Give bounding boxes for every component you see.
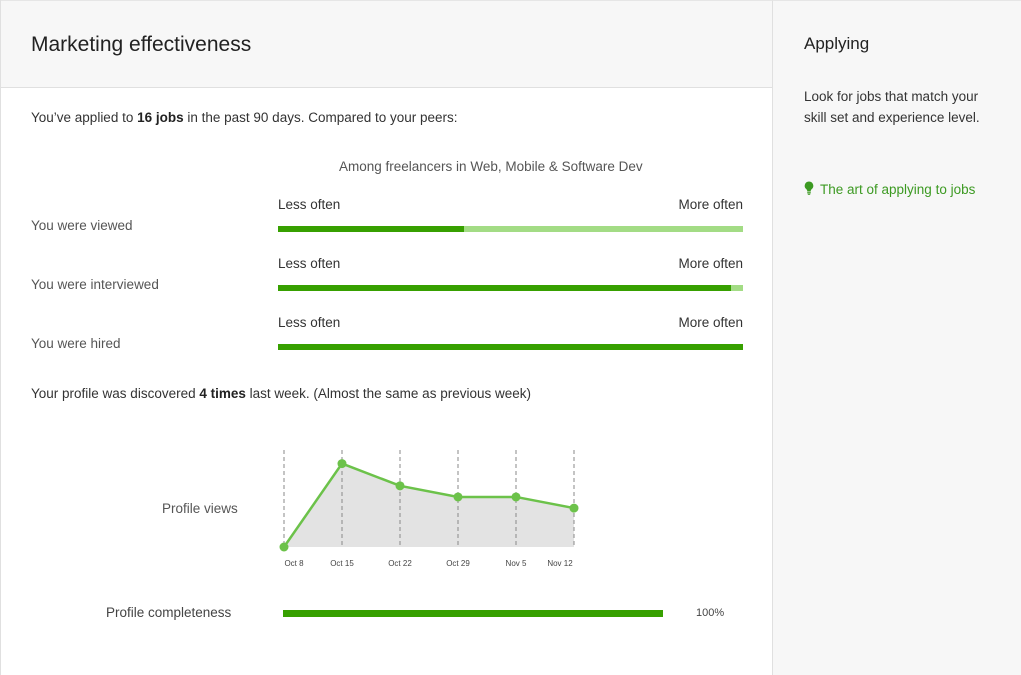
page-title: Marketing effectiveness xyxy=(31,33,252,56)
metric-label-viewed: You were viewed xyxy=(31,218,133,233)
chart-area xyxy=(284,463,574,547)
scale-less-label: Less often xyxy=(278,315,341,330)
main-panel: Marketing effectiveness You’ve applied t… xyxy=(0,0,772,675)
metric-label-hired: You were hired xyxy=(31,336,121,351)
hired-bar xyxy=(278,344,743,350)
chart-point xyxy=(337,459,347,469)
chart-tick-label: Oct 29 xyxy=(446,559,470,568)
profile-completeness-label: Profile completeness xyxy=(106,605,232,620)
art-of-applying-link-label: The art of applying to jobs xyxy=(820,182,976,197)
jobs-count: 16 jobs xyxy=(137,110,184,125)
chart-tick-label: Oct 22 xyxy=(388,559,412,568)
sidebar: Applying Look for jobs that match your s… xyxy=(772,0,1021,675)
scale-less-label: Less often xyxy=(278,256,341,271)
chart-point xyxy=(511,492,521,502)
chart-tick-label: Oct 8 xyxy=(284,559,304,568)
chart-point xyxy=(569,503,579,513)
discovery-summary: Your profile was discovered 4 times last… xyxy=(31,386,531,401)
sidebar-description: Look for jobs that match your skill set … xyxy=(804,89,980,125)
lightbulb-icon xyxy=(804,180,814,201)
discovery-count: 4 times xyxy=(199,386,246,401)
scale-more-label: More often xyxy=(678,197,743,212)
scale-more-label: More often xyxy=(678,315,743,330)
chart-tick-label: Nov 12 xyxy=(547,559,573,568)
scale-less-label: Less often xyxy=(278,197,341,212)
chart-tick-label: Nov 5 xyxy=(506,559,527,568)
art-of-applying-link[interactable]: The art of applying to jobs xyxy=(804,179,994,201)
profile-completeness-percent: 100% xyxy=(696,607,725,619)
sidebar-title: Applying xyxy=(804,34,870,53)
chart-point xyxy=(453,492,463,502)
profile-completeness-bar xyxy=(283,610,663,617)
summary-prefix: You’ve applied to xyxy=(31,110,138,125)
chart-point xyxy=(395,481,405,491)
summary-suffix: in the past 90 days. Compared to your pe… xyxy=(183,110,458,125)
discovery-prefix: Your profile was discovered xyxy=(31,386,200,401)
viewed-bar xyxy=(278,226,743,232)
chart-point xyxy=(279,542,289,552)
metric-label-interviewed: You were interviewed xyxy=(31,277,159,292)
scale-more-label: More often xyxy=(678,256,743,271)
viewed-bar-fill xyxy=(278,226,464,232)
applied-summary: You’ve applied to 16 jobs in the past 90… xyxy=(31,110,458,125)
profile-views-label: Profile views xyxy=(162,501,238,516)
interviewed-bar-fill xyxy=(278,285,732,291)
profile-views-chart: Oct 8 Oct 15 Oct 22 Oct 29 Nov 5 Nov 12 xyxy=(279,450,579,568)
interviewed-bar xyxy=(278,285,743,291)
discovery-suffix: last week. (Almost the same as previous … xyxy=(245,386,531,401)
chart-tick-label: Oct 15 xyxy=(330,559,354,568)
peer-group-label: Among freelancers in Web, Mobile & Softw… xyxy=(339,159,643,174)
main-header: Marketing effectiveness xyxy=(1,0,772,88)
hired-bar-fill xyxy=(278,344,743,350)
profile-completeness-fill xyxy=(283,610,663,617)
